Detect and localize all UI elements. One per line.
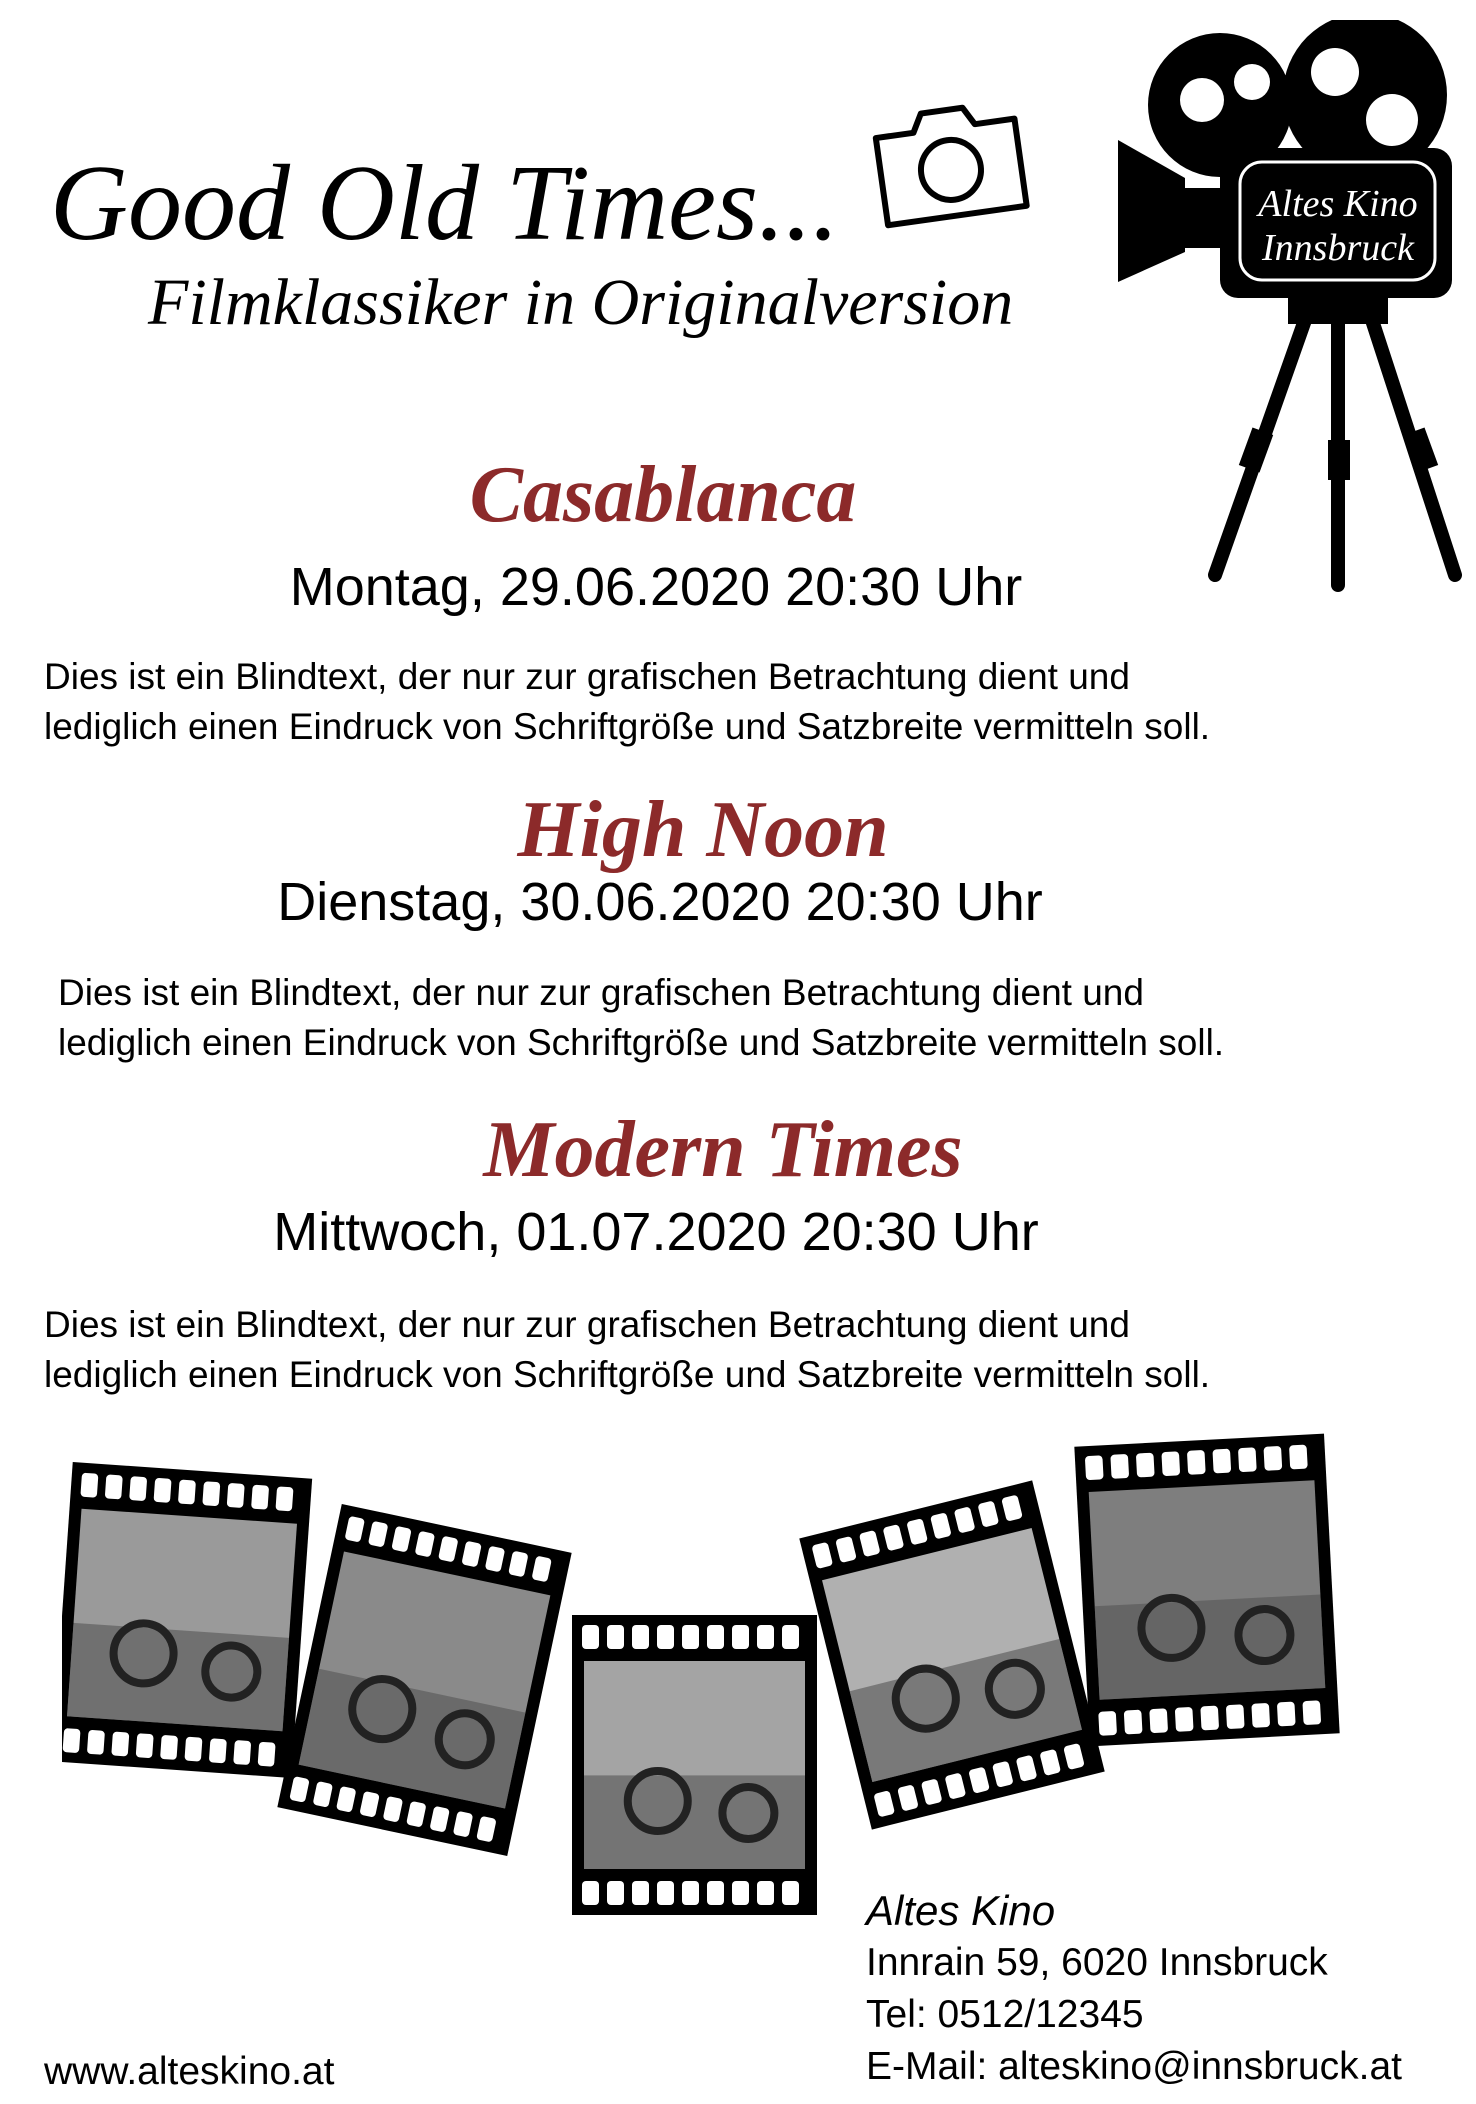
logo-line2: Innsbruck [1261, 227, 1415, 269]
poster-subtitle: Filmklassiker in Originalversion [148, 266, 1014, 339]
contact-name: Altes Kino [866, 1887, 1056, 1934]
contact-block: Altes Kino Innrain 59, 6020 Innsbruck Te… [866, 1885, 1402, 2093]
film-frame [1074, 1433, 1340, 1747]
logo-line1: Altes Kino [1255, 183, 1417, 225]
movie-camera-icon: Altes Kino Innsbruck [1118, 20, 1462, 592]
poster-title: Good Old Times... [50, 144, 840, 263]
film-description-modern-times: Dies ist ein Blindtext, der nur zur graf… [44, 1304, 1211, 1395]
film-date-modern-times: Mittwoch, 01.07.2020 20:30 Uhr [273, 1202, 1039, 1262]
film-title-casablanca: Casablanca [469, 451, 857, 539]
contact-phone: Tel: 0512/12345 [866, 1993, 1144, 2036]
film-date-high-noon: Dienstag, 30.06.2020 20:30 Uhr [277, 872, 1043, 932]
film-frame [277, 1503, 572, 1857]
film-frame [572, 1615, 817, 1915]
film-title-modern-times: Modern Times [483, 1106, 963, 1194]
film-description-casablanca: Dies ist ein Blindtext, der nur zur graf… [44, 656, 1211, 747]
camera-outline-icon [872, 104, 1030, 229]
film-frame [799, 1480, 1105, 1830]
film-frame [62, 1461, 313, 1779]
film-description-high-noon: Dies ist ein Blindtext, der nur zur graf… [58, 972, 1225, 1063]
film-date-casablanca: Montag, 29.06.2020 20:30 Uhr [289, 557, 1023, 617]
website-link[interactable]: www.alteskino.at [44, 2050, 334, 2094]
contact-email: E-Mail: alteskino@innsbruck.at [866, 2045, 1402, 2088]
film-title-high-noon: High Noon [517, 786, 889, 874]
contact-address: Innrain 59, 6020 Innsbruck [866, 1941, 1328, 1984]
